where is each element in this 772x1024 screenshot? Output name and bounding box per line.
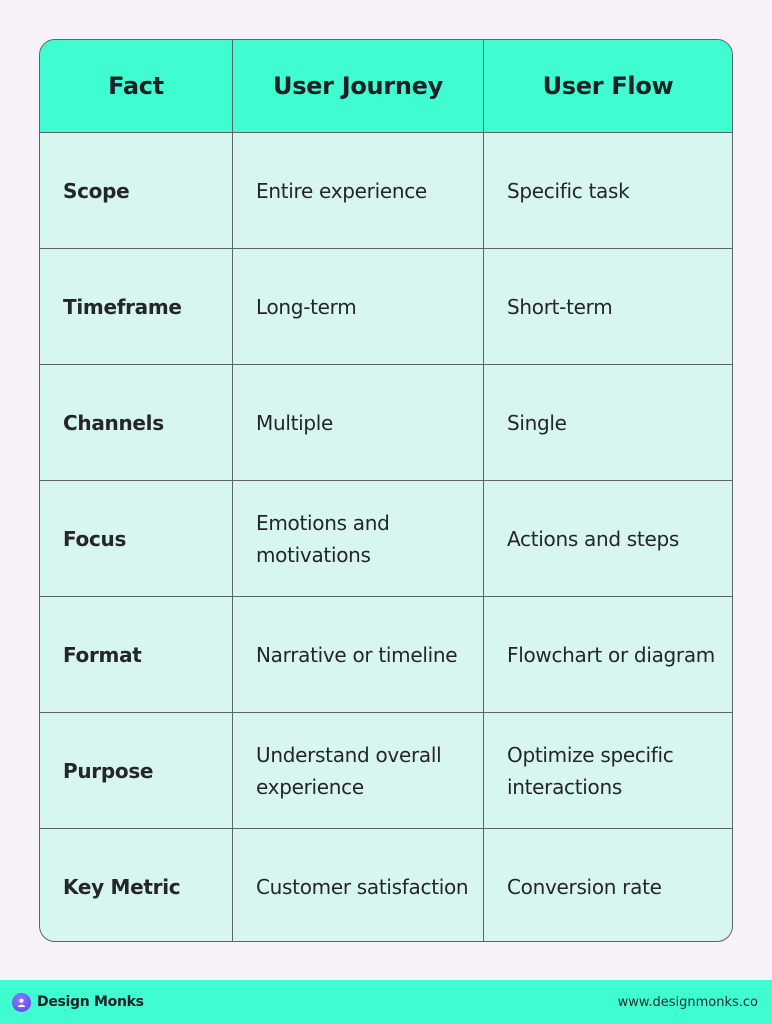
table-row: Timeframe Long-term Short-term bbox=[40, 248, 732, 364]
header-user-journey: User Journey bbox=[232, 40, 483, 132]
row-journey: Narrative or timeline bbox=[232, 597, 483, 712]
row-fact: Key Metric bbox=[63, 874, 181, 899]
row-fact: Focus bbox=[63, 526, 127, 551]
row-fact: Scope bbox=[63, 178, 130, 203]
row-flow: Conversion rate bbox=[483, 829, 732, 941]
row-flow: Specific task bbox=[483, 133, 732, 248]
comparison-table: Fact User Journey User Flow Scope Entire… bbox=[39, 39, 733, 942]
brand[interactable]: Design Monks bbox=[12, 992, 144, 1012]
header-fact: Fact bbox=[108, 72, 164, 100]
brand-name: Design Monks bbox=[37, 994, 144, 1010]
table-row: Focus Emotions and motivations Actions a… bbox=[40, 480, 732, 596]
table-row: Scope Entire experience Specific task bbox=[40, 132, 732, 248]
row-fact: Purpose bbox=[63, 758, 154, 783]
table-row: Format Narrative or timeline Flowchart o… bbox=[40, 596, 732, 712]
table-row: Channels Multiple Single bbox=[40, 364, 732, 480]
row-fact: Format bbox=[63, 642, 142, 667]
table-row: Key Metric Customer satisfaction Convers… bbox=[40, 828, 732, 941]
row-journey: Customer satisfaction bbox=[232, 829, 483, 941]
row-flow: Optimize specific interactions bbox=[483, 713, 732, 828]
row-flow: Short-term bbox=[483, 249, 732, 364]
table-row: Purpose Understand overall experience Op… bbox=[40, 712, 732, 828]
footer-bar: Design Monks www.designmonks.co bbox=[0, 980, 772, 1024]
row-flow: Single bbox=[483, 365, 732, 480]
row-journey: Long-term bbox=[232, 249, 483, 364]
row-journey: Entire experience bbox=[232, 133, 483, 248]
row-journey: Multiple bbox=[232, 365, 483, 480]
row-journey: Emotions and motivations bbox=[232, 481, 483, 596]
header-user-flow: User Flow bbox=[483, 40, 732, 132]
website-link[interactable]: www.designmonks.co bbox=[618, 995, 758, 1010]
row-fact: Timeframe bbox=[63, 294, 182, 319]
row-journey: Understand overall experience bbox=[232, 713, 483, 828]
row-flow: Actions and steps bbox=[483, 481, 732, 596]
table-header-row: Fact User Journey User Flow bbox=[40, 40, 732, 132]
row-flow: Flowchart or diagram bbox=[483, 597, 732, 712]
design-monks-logo-icon bbox=[12, 992, 31, 1012]
row-fact: Channels bbox=[63, 410, 164, 435]
